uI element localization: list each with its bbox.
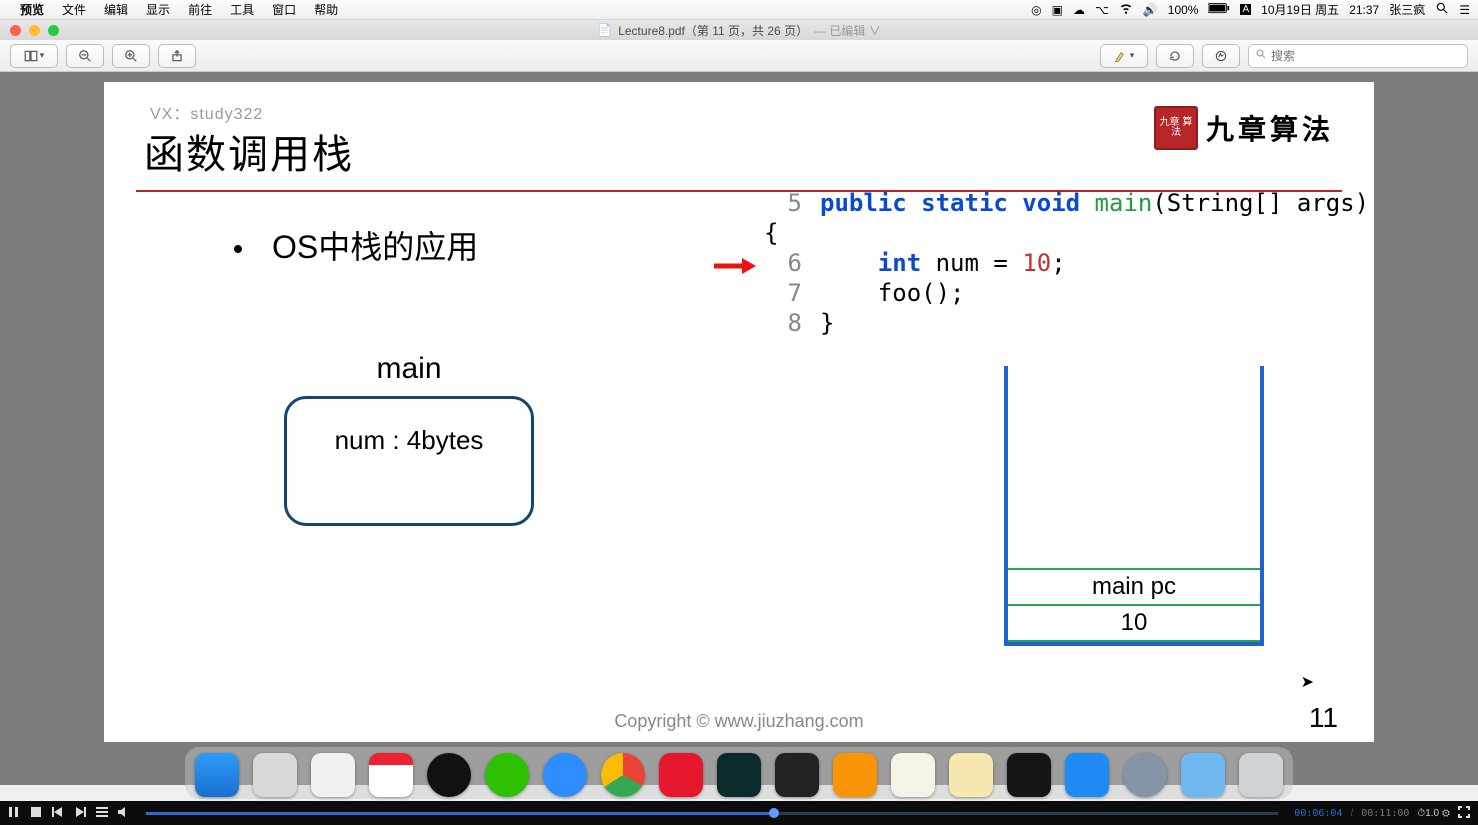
zoom-in-button[interactable] bbox=[112, 44, 150, 68]
dock-app-trash[interactable] bbox=[1239, 753, 1283, 797]
dock-app-folder[interactable] bbox=[1181, 753, 1225, 797]
brand-logo: 九章 算法 九章算法 bbox=[1154, 106, 1334, 150]
dock-app-sublime[interactable] bbox=[833, 753, 877, 797]
battery-icon[interactable] bbox=[1208, 3, 1230, 17]
menu-view[interactable]: 显示 bbox=[146, 1, 170, 18]
bullet-item: OS中栈的应用 bbox=[234, 222, 478, 268]
dock-app-unity[interactable] bbox=[775, 753, 819, 797]
close-window-button[interactable] bbox=[10, 25, 21, 36]
copyright-footer: Copyright © www.jiuzhang.com bbox=[614, 711, 863, 732]
view-mode-button[interactable]: ▾ bbox=[10, 44, 58, 68]
menu-edit[interactable]: 编辑 bbox=[104, 1, 128, 18]
pdf-page: VX：study322 函数调用栈 九章 算法 九章算法 OS中栈的应用 5pu… bbox=[104, 82, 1374, 742]
minimize-window-button[interactable] bbox=[29, 25, 40, 36]
stop-button[interactable] bbox=[30, 806, 42, 821]
window-edited-indicator[interactable]: — 已编辑 ∨ bbox=[814, 22, 881, 39]
stack-cell: main pc bbox=[1008, 568, 1260, 606]
battery-pct: 100% bbox=[1168, 3, 1199, 17]
window-title: Lecture8.pdf（第 11 页，共 26 页） bbox=[618, 22, 808, 39]
menu-help[interactable]: 帮助 bbox=[314, 1, 338, 18]
highlight-button[interactable]: ▾ bbox=[1100, 44, 1148, 68]
dock-app-finder[interactable] bbox=[195, 753, 239, 797]
dock-app-wechat[interactable] bbox=[485, 753, 529, 797]
menubar-date[interactable]: 10月19日 周五 bbox=[1261, 1, 1339, 18]
markup-button[interactable] bbox=[1202, 44, 1240, 68]
menubar: 预览 文件 编辑 显示 前往 工具 窗口 帮助 ◎ ▣ ☁ ⌥ 🔊 100% A… bbox=[0, 0, 1478, 20]
status-icon[interactable]: A bbox=[1240, 4, 1251, 15]
code-block: 5public static void main(String[] args) … bbox=[764, 188, 1374, 338]
menu-file[interactable]: 文件 bbox=[62, 1, 86, 18]
rotate-button[interactable] bbox=[1156, 44, 1194, 68]
brand-text: 九章算法 bbox=[1206, 108, 1334, 148]
status-icon[interactable]: ☁ bbox=[1073, 3, 1085, 17]
dock bbox=[185, 747, 1293, 799]
time-total: 00:11:00 bbox=[1361, 808, 1409, 819]
dock-app-generic[interactable] bbox=[1123, 753, 1167, 797]
progress-knob[interactable] bbox=[769, 808, 779, 818]
zoom-window-button[interactable] bbox=[48, 25, 59, 36]
share-button[interactable] bbox=[158, 44, 196, 68]
fullscreen-button[interactable] bbox=[1458, 806, 1470, 821]
notifications-icon[interactable]: ☰ bbox=[1459, 3, 1470, 17]
wifi-icon[interactable] bbox=[1119, 1, 1133, 18]
spotlight-icon[interactable] bbox=[1435, 1, 1449, 18]
page-number: 11 bbox=[1309, 702, 1338, 734]
frame-content: num : 4bytes bbox=[335, 425, 484, 456]
dock-app-notes[interactable] bbox=[949, 753, 993, 797]
status-icon[interactable]: ▣ bbox=[1052, 3, 1063, 17]
prev-button[interactable] bbox=[52, 806, 64, 821]
seal-icon: 九章 算法 bbox=[1154, 106, 1198, 150]
toolbar: ▾ ▾ bbox=[0, 40, 1478, 72]
cursor-icon: ➤ bbox=[1301, 672, 1314, 692]
playback-rate[interactable]: ⏱1.0 ⚙ bbox=[1417, 808, 1450, 819]
menu-app[interactable]: 预览 bbox=[20, 1, 44, 18]
play-pause-button[interactable] bbox=[8, 806, 20, 821]
dock-app-terminal[interactable] bbox=[1007, 753, 1051, 797]
stack-frame-diagram: main num : 4bytes bbox=[284, 352, 534, 526]
bullet-dot-icon bbox=[234, 245, 242, 253]
dock-app-pycharm[interactable] bbox=[717, 753, 761, 797]
menu-go[interactable]: 前往 bbox=[188, 1, 212, 18]
menubar-user[interactable]: 张三疯 bbox=[1389, 1, 1425, 18]
volume-button[interactable] bbox=[118, 806, 130, 821]
menubar-time[interactable]: 21:37 bbox=[1349, 3, 1379, 17]
stack-diagram: main pc 10 bbox=[1004, 366, 1264, 646]
zoom-out-button[interactable] bbox=[66, 44, 104, 68]
frame-name: main bbox=[284, 352, 534, 386]
time-current: 00:06:04 bbox=[1294, 808, 1342, 819]
search-icon bbox=[1255, 48, 1267, 63]
current-line-arrow-icon bbox=[712, 252, 756, 283]
menu-tools[interactable]: 工具 bbox=[230, 1, 254, 18]
status-icon[interactable]: ◎ bbox=[1031, 3, 1041, 17]
dock-app-safari[interactable] bbox=[253, 753, 297, 797]
menu-window[interactable]: 窗口 bbox=[272, 1, 296, 18]
next-button[interactable] bbox=[74, 806, 86, 821]
video-player-bar: 00:06:04 / 00:11:00 ⏱1.0 ⚙ bbox=[0, 801, 1478, 825]
dock-app-calendar[interactable] bbox=[369, 753, 413, 797]
dock-app-chrome[interactable] bbox=[601, 753, 645, 797]
dock-app-photos[interactable] bbox=[891, 753, 935, 797]
window-titlebar: 📄 Lecture8.pdf（第 11 页，共 26 页） — 已编辑 ∨ bbox=[0, 20, 1478, 40]
dock-app-zoom[interactable] bbox=[543, 753, 587, 797]
dock-app-weibo[interactable] bbox=[659, 753, 703, 797]
dock-app-qq[interactable] bbox=[427, 753, 471, 797]
search-field[interactable] bbox=[1248, 44, 1468, 68]
document-viewport[interactable]: VX：study322 函数调用栈 九章 算法 九章算法 OS中栈的应用 5pu… bbox=[0, 72, 1478, 785]
document-icon: 📄 bbox=[597, 23, 612, 37]
progress-track[interactable] bbox=[146, 812, 1278, 815]
playlist-button[interactable] bbox=[96, 806, 108, 821]
bullet-text: OS中栈的应用 bbox=[272, 222, 478, 268]
volume-icon[interactable]: 🔊 bbox=[1143, 3, 1158, 17]
status-icon[interactable]: ⌥ bbox=[1095, 3, 1109, 17]
dock-app-upload[interactable] bbox=[1065, 753, 1109, 797]
stack-cell: 10 bbox=[1008, 604, 1260, 642]
dock-app-mail[interactable] bbox=[311, 753, 355, 797]
search-input[interactable] bbox=[1271, 49, 1461, 63]
